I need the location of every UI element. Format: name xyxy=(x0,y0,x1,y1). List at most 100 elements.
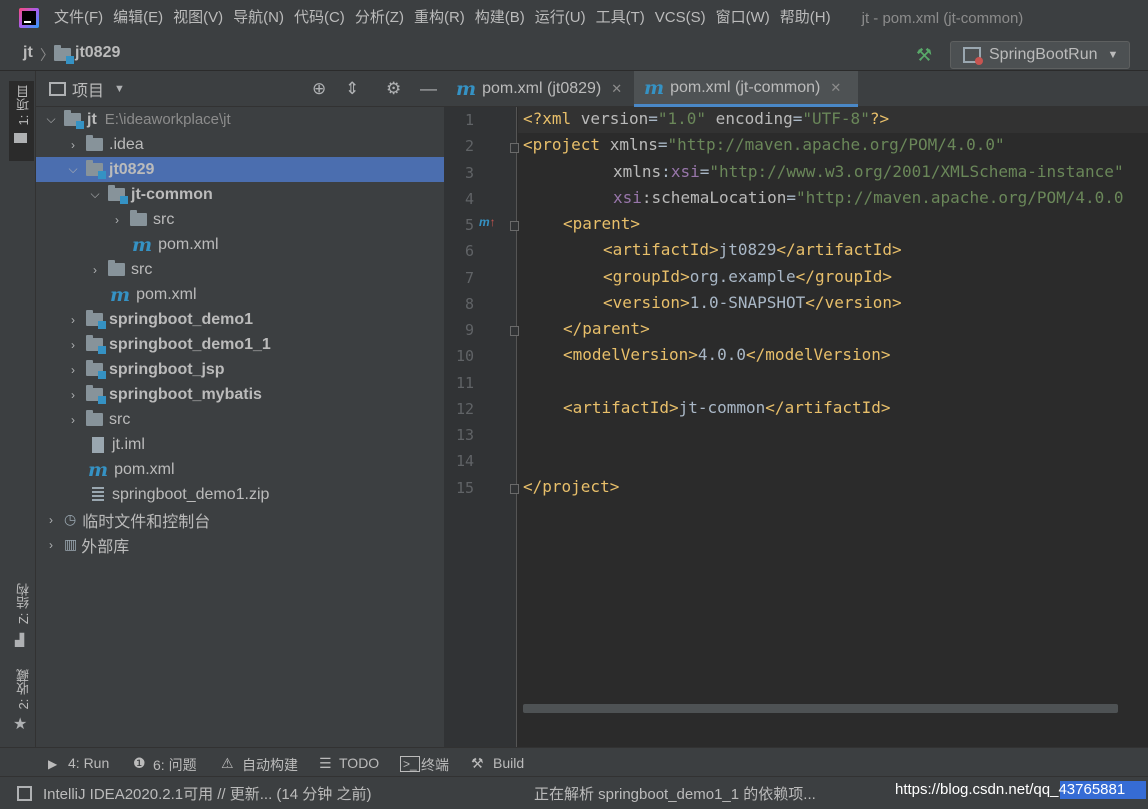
tree-item-src[interactable]: › src xyxy=(36,207,444,232)
code-line-5[interactable]: <parent> xyxy=(563,214,640,233)
module-folder-icon xyxy=(108,185,128,204)
update-notification[interactable]: IntelliJ IDEA2020.2.1可用 // 更新... (14 分钟 … xyxy=(43,783,371,804)
tree-item-zip[interactable]: springboot_demo1.zip xyxy=(36,482,444,507)
line-number: 5 xyxy=(464,216,474,234)
tab-label: pom.xml (jt0829) xyxy=(482,80,602,97)
tree-item-pom[interactable]: m pom.xml xyxy=(36,232,444,257)
editor-area: m pom.xml (jt0829) ✕ m pom.xml (jt-commo… xyxy=(444,71,1148,747)
menu-code[interactable]: 代码(C) xyxy=(289,0,350,36)
terminal-tool-button[interactable]: 终端 xyxy=(421,755,449,775)
chevron-down-icon: ▼ xyxy=(1107,49,1119,61)
run-tool-button[interactable]: 4: Run xyxy=(68,755,109,771)
menu-analyze[interactable]: 分析(Z) xyxy=(350,0,409,36)
chevron-right-icon: › xyxy=(71,387,75,402)
code-line-15[interactable]: </project> xyxy=(523,477,619,496)
tree-item-label: .idea xyxy=(109,135,144,153)
menu-window[interactable]: 窗口(W) xyxy=(711,0,775,36)
hide-panel-icon[interactable]: — xyxy=(420,79,437,99)
project-tool-label[interactable]: 1: 项目 xyxy=(14,85,33,125)
close-icon[interactable]: ✕ xyxy=(611,81,622,97)
problems-info-icon: ❶ xyxy=(133,755,146,771)
collapse-all-icon[interactable]: ⇕ xyxy=(345,79,359,99)
build-tool-button[interactable]: Build xyxy=(493,755,524,771)
breadcrumb-jt0829[interactable]: jt0829 xyxy=(75,44,120,62)
module-folder-icon xyxy=(86,360,106,379)
menu-vcs[interactable]: VCS(S) xyxy=(650,0,711,36)
auto-build-tool-button[interactable]: 自动构建 xyxy=(242,755,298,775)
toggle-tool-windows-icon[interactable] xyxy=(17,786,32,801)
tree-item-springboot-demo1-1[interactable]: › springboot_demo1_1 xyxy=(36,332,444,357)
menu-help[interactable]: 帮助(H) xyxy=(775,0,836,36)
code-line-2[interactable]: <project xmlns="http://maven.apache.org/… xyxy=(523,135,1005,154)
fold-marker-icon[interactable] xyxy=(510,221,519,231)
run-configuration-label: SpringBootRun xyxy=(989,46,1098,63)
menu-refactor[interactable]: 重构(R) xyxy=(409,0,470,36)
line-number: 9 xyxy=(464,321,474,339)
folder-icon xyxy=(86,410,103,426)
code-line-3[interactable]: xmlns:xsi="http://www.w3.org/2001/XMLSch… xyxy=(613,162,1124,181)
module-folder-icon xyxy=(86,160,106,179)
folder-icon xyxy=(86,135,103,151)
menu-edit[interactable]: 编辑(E) xyxy=(108,0,168,36)
breadcrumb-jt[interactable]: jt xyxy=(23,44,33,62)
tree-item-scratches[interactable]: › ◷ 临时文件和控制台 xyxy=(36,507,444,532)
tree-item-jt[interactable]: ⌵ jt E:\ideaworkplace\jt xyxy=(36,107,444,132)
tree-item-label: springboot_jsp xyxy=(109,360,225,378)
run-configuration-selector[interactable]: SpringBootRun ▼ xyxy=(950,41,1130,69)
tree-item-external-libraries[interactable]: › ▥ 外部库 xyxy=(36,532,444,557)
gear-icon[interactable]: ⚙ xyxy=(386,79,401,99)
tree-item-jt-common[interactable]: ⌵ jt-common xyxy=(36,182,444,207)
tree-item-springboot-demo1[interactable]: › springboot_demo1 xyxy=(36,307,444,332)
code-line-12[interactable]: <artifactId>jt-common</artifactId> xyxy=(563,398,891,417)
favorites-tool-label[interactable]: 2: 收藏 xyxy=(14,669,33,709)
tree-item-label: jt-common xyxy=(131,185,213,203)
fold-marker-icon[interactable] xyxy=(510,326,519,336)
tree-item-springboot-mybatis[interactable]: › springboot_mybatis xyxy=(36,382,444,407)
tree-item-springboot-jsp[interactable]: › springboot_jsp xyxy=(36,357,444,382)
code-line-9[interactable]: </parent> xyxy=(563,319,650,338)
menu-navigate[interactable]: 导航(N) xyxy=(228,0,289,36)
code-line-10[interactable]: <modelVersion>4.0.0</modelVersion> xyxy=(563,345,891,364)
tree-item-label: springboot_demo1 xyxy=(109,310,254,328)
code-line-6[interactable]: <artifactId>jt0829</artifactId> xyxy=(603,240,902,259)
chevron-down-icon[interactable]: ▼ xyxy=(114,83,125,95)
tree-item-jt0829[interactable]: ⌵ jt0829 xyxy=(36,157,444,182)
horizontal-scrollbar[interactable] xyxy=(523,704,1118,713)
fold-marker-icon[interactable] xyxy=(510,484,519,494)
tab-pom-jt0829[interactable]: m pom.xml (jt0829) ✕ xyxy=(444,71,632,107)
problems-tool-button[interactable]: 6: 问题 xyxy=(153,755,197,775)
tree-item-src[interactable]: › src xyxy=(36,257,444,282)
menu-view[interactable]: 视图(V) xyxy=(168,0,228,36)
tree-item-label: springboot_demo1_1 xyxy=(109,335,271,353)
code-line-7[interactable]: <groupId>org.example</groupId> xyxy=(603,267,892,286)
background-task-status[interactable]: 正在解析 springboot_demo1_1 的依赖项... xyxy=(534,783,816,804)
locate-target-icon[interactable]: ⊕ xyxy=(312,79,326,99)
build-hammer-icon[interactable]: ⚒ xyxy=(916,45,932,66)
code-line-1[interactable]: <?xml version="1.0" encoding="UTF-8"?> xyxy=(523,109,889,128)
code-line-8[interactable]: <version>1.0-SNAPSHOT</version> xyxy=(603,293,902,312)
todo-tool-button[interactable]: TODO xyxy=(339,755,379,771)
tree-item-pom[interactable]: m pom.xml xyxy=(36,457,444,482)
menu-run[interactable]: 运行(U) xyxy=(530,0,591,36)
code-line-4[interactable]: xsi:schemaLocation="http://maven.apache.… xyxy=(613,188,1124,207)
tree-item-path: E:\ideaworkplace\jt xyxy=(104,111,231,128)
maven-parent-gutter-icon[interactable]: m↑ xyxy=(479,215,496,229)
structure-tool-label[interactable]: Z: 结构 xyxy=(14,583,33,624)
module-folder-icon xyxy=(54,45,74,65)
fold-marker-icon[interactable] xyxy=(510,143,519,153)
menu-tools[interactable]: 工具(T) xyxy=(591,0,650,36)
project-panel-title[interactable]: 项目 xyxy=(72,77,104,101)
tree-item-jt-iml[interactable]: jt.iml xyxy=(36,432,444,457)
line-number: 6 xyxy=(464,242,474,260)
tree-item-idea[interactable]: › .idea xyxy=(36,132,444,157)
tree-item-src[interactable]: › src xyxy=(36,407,444,432)
menu-file[interactable]: 文件(F) xyxy=(49,0,108,36)
chevron-right-icon: › xyxy=(71,337,75,352)
intellij-app-icon[interactable] xyxy=(19,8,39,28)
close-icon[interactable]: ✕ xyxy=(830,80,841,96)
tab-pom-jt-common[interactable]: m pom.xml (jt-common) ✕ xyxy=(634,71,858,107)
run-play-icon: ▶ xyxy=(48,757,58,771)
tree-item-pom[interactable]: m pom.xml xyxy=(36,282,444,307)
menu-build[interactable]: 构建(B) xyxy=(470,0,530,36)
structure-icon: ▟ xyxy=(15,633,25,647)
